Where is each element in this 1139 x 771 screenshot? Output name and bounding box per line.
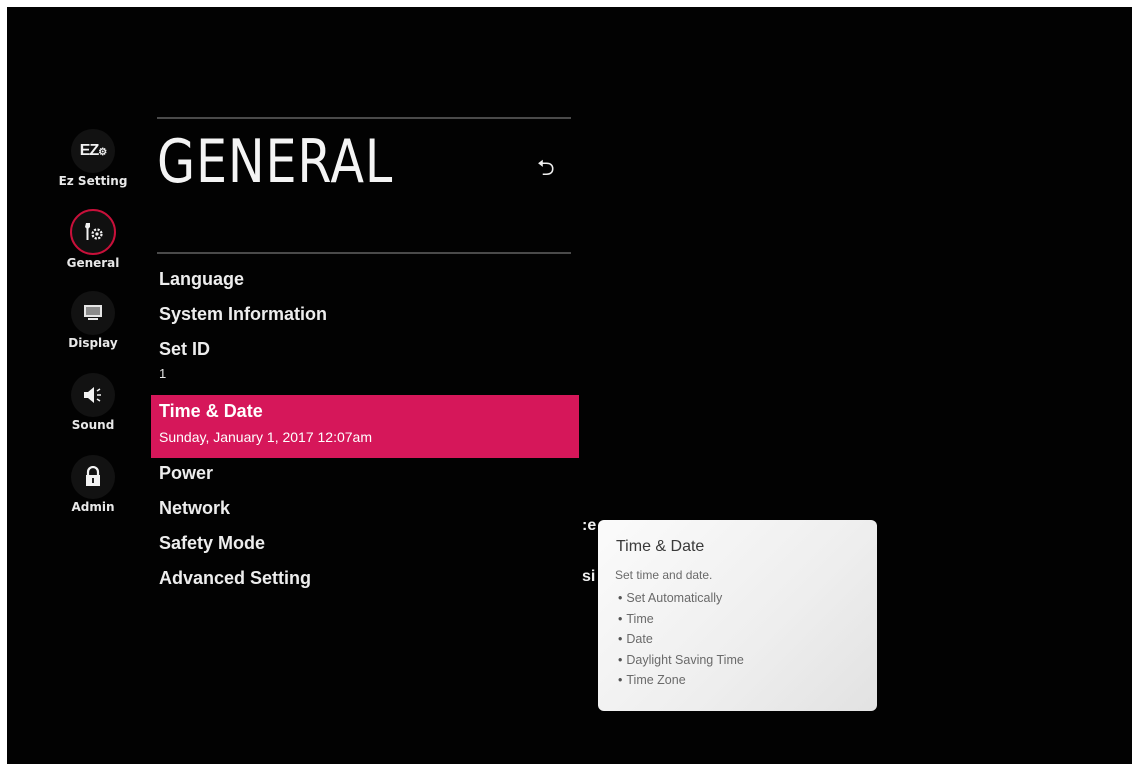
sidebar-item-general[interactable]: General [53, 209, 133, 270]
sidebar-item-admin[interactable]: Admin [53, 455, 133, 514]
menu-item-value: Sunday, January 1, 2017 12:07am [159, 429, 373, 445]
sidebar-item-label: Sound [71, 418, 115, 432]
header-top-divider [157, 117, 571, 119]
sidebar-item-sound[interactable]: Sound [53, 373, 133, 432]
popup-option: Time Zone [618, 670, 744, 691]
info-popup: Time & Date Set time and date. Set Autom… [598, 520, 877, 711]
header-bottom-divider [157, 252, 571, 254]
menu-item-time-date[interactable]: Time & Date Sunday, January 1, 2017 12:0… [151, 395, 579, 458]
menu-item-label: System Information [159, 304, 328, 324]
tv-screen: EZ⚙ Ez Setting General Display Sound Adm… [7, 7, 1132, 764]
popup-description: Set time and date. [615, 568, 713, 582]
menu-item-label: Time & Date [159, 401, 263, 421]
background-text-fragment: :e [582, 517, 597, 534]
ez-setting-icon: EZ⚙ [71, 129, 115, 173]
popup-option: Date [618, 629, 744, 650]
lock-icon [71, 455, 115, 499]
popup-option-list: Set Automatically Time Date Daylight Sav… [618, 588, 744, 691]
page-title: GENERAL [157, 127, 394, 197]
popup-option: Time [618, 609, 744, 630]
menu-item-label: Language [159, 269, 245, 289]
menu-item-label: Network [159, 498, 231, 518]
menu-item-label: Set ID [159, 339, 211, 359]
popup-title: Time & Date [616, 538, 705, 555]
sidebar-item-label: Ez Setting [58, 174, 128, 188]
sidebar-item-label: Admin [71, 500, 115, 514]
sidebar-item-ez-setting[interactable]: EZ⚙ Ez Setting [53, 129, 133, 188]
menu-item-label: Advanced Setting [159, 568, 312, 588]
display-icon [71, 291, 115, 335]
popup-option: Set Automatically [618, 588, 744, 609]
menu-item-label: Safety Mode [159, 533, 266, 553]
menu-item-value: 1 [159, 366, 167, 381]
sidebar-item-label: Display [68, 336, 118, 350]
ez-icon-text: EZ [79, 142, 99, 159]
sidebar-item-display[interactable]: Display [53, 291, 133, 350]
sidebar-item-label: General [66, 256, 120, 270]
back-arrow-icon[interactable]: ⮌ [537, 151, 555, 189]
wrench-gear-icon [70, 209, 116, 255]
speaker-icon [71, 373, 115, 417]
popup-option: Daylight Saving Time [618, 650, 743, 671]
menu-item-label: Power [159, 463, 214, 483]
background-text-fragment: si [582, 568, 596, 585]
